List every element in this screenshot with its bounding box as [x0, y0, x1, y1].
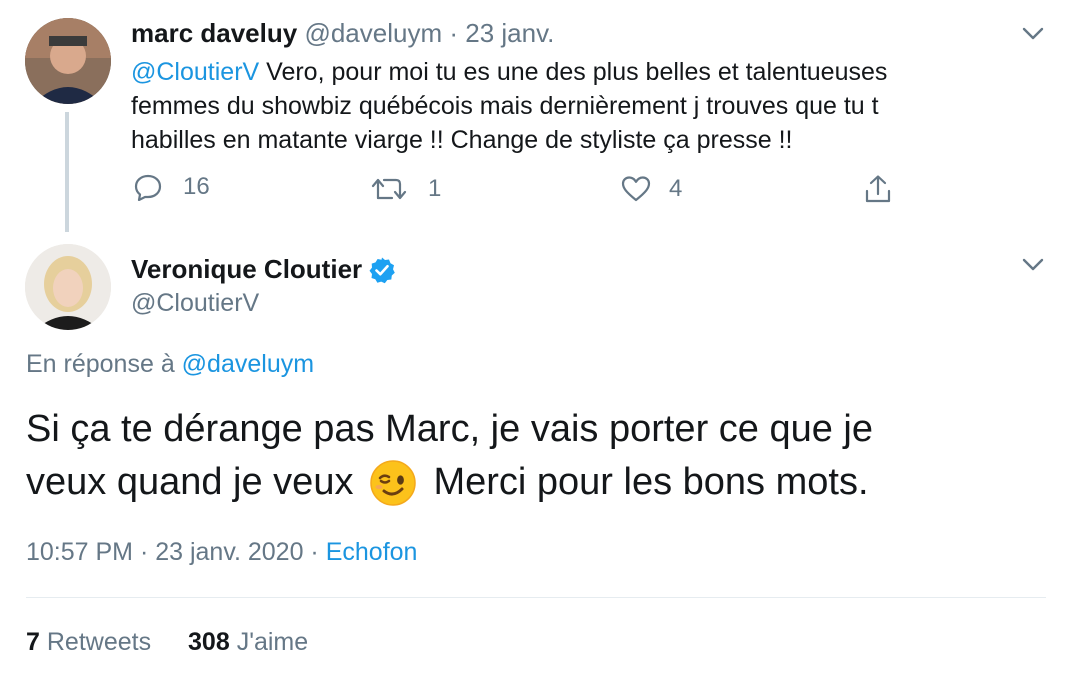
reply-icon [134, 174, 162, 201]
text-line: femmes du showbiz québécois mais dernièr… [131, 92, 879, 120]
tweet-stats: 7 Retweets 308 J'aime [26, 628, 308, 657]
avatar-veronique[interactable] [25, 244, 111, 330]
like-count: 308 [188, 628, 230, 656]
like-count: 4 [669, 175, 683, 202]
tweet-date[interactable]: · 23 janv. [449, 18, 554, 48]
avatar-image [25, 244, 111, 330]
like-label: J'aime [236, 628, 309, 656]
text-line: Vero, pour moi tu es une des plus belles… [266, 58, 888, 86]
retweet-label: Retweets [46, 628, 152, 656]
in-reply-to: En réponse à @daveluym [26, 350, 314, 379]
author-name[interactable]: marc daveluy [131, 18, 297, 48]
text-line: veux quand je veux [26, 461, 354, 503]
tweet-text: Si ça te dérange pas Marc, je vais porte… [26, 403, 873, 509]
tweet-meta: 10:57 PM · 23 janv. 2020 · Echofon [26, 538, 417, 567]
text-line: Merci pour les bons mots. [433, 461, 869, 503]
chevron-down-icon[interactable] [1022, 27, 1044, 41]
retweet-count: 1 [428, 175, 442, 202]
mention-link[interactable]: @CloutierV [131, 58, 259, 86]
reply-action[interactable]: 16 [133, 173, 210, 201]
reply-header: marc daveluy @daveluym · 23 janv. [131, 18, 554, 49]
in-reply-prefix: En réponse à [26, 350, 175, 378]
author-handle[interactable]: @CloutierV [131, 289, 259, 318]
author-handle[interactable]: @daveluym [304, 18, 442, 48]
chevron-down-icon[interactable] [1022, 258, 1044, 272]
author-name[interactable]: Veronique Cloutier [131, 254, 362, 285]
tweet-timestamp[interactable]: 10:57 PM · 23 janv. 2020 · [26, 538, 319, 566]
likes-stat[interactable]: 308 J'aime [188, 628, 308, 656]
retweet-icon [371, 178, 407, 200]
retweets-stat[interactable]: 7 Retweets [26, 628, 158, 656]
source-link[interactable]: Echofon [326, 538, 418, 566]
retweet-action[interactable]: 1 [370, 175, 441, 203]
verified-badge-icon [369, 257, 395, 283]
in-reply-handle[interactable]: @daveluym [182, 350, 314, 378]
like-action[interactable]: 4 [621, 175, 682, 203]
text-line: habilles en matante viarge !! Change de … [131, 126, 793, 154]
reply-count: 16 [183, 173, 210, 200]
main-author: Veronique Cloutier [131, 254, 396, 285]
retweet-count: 7 [26, 628, 40, 656]
wink-emoji-icon [370, 459, 417, 506]
thread-line [65, 112, 69, 232]
heart-icon [621, 176, 651, 202]
divider [26, 597, 1046, 598]
avatar-marc[interactable] [25, 18, 111, 104]
avatar-image [25, 18, 111, 104]
share-icon[interactable] [863, 174, 893, 204]
text-line: Si ça te dérange pas Marc, je vais porte… [26, 408, 874, 450]
reply-text: @CloutierV Vero, pour moi tu es une des … [131, 55, 887, 157]
